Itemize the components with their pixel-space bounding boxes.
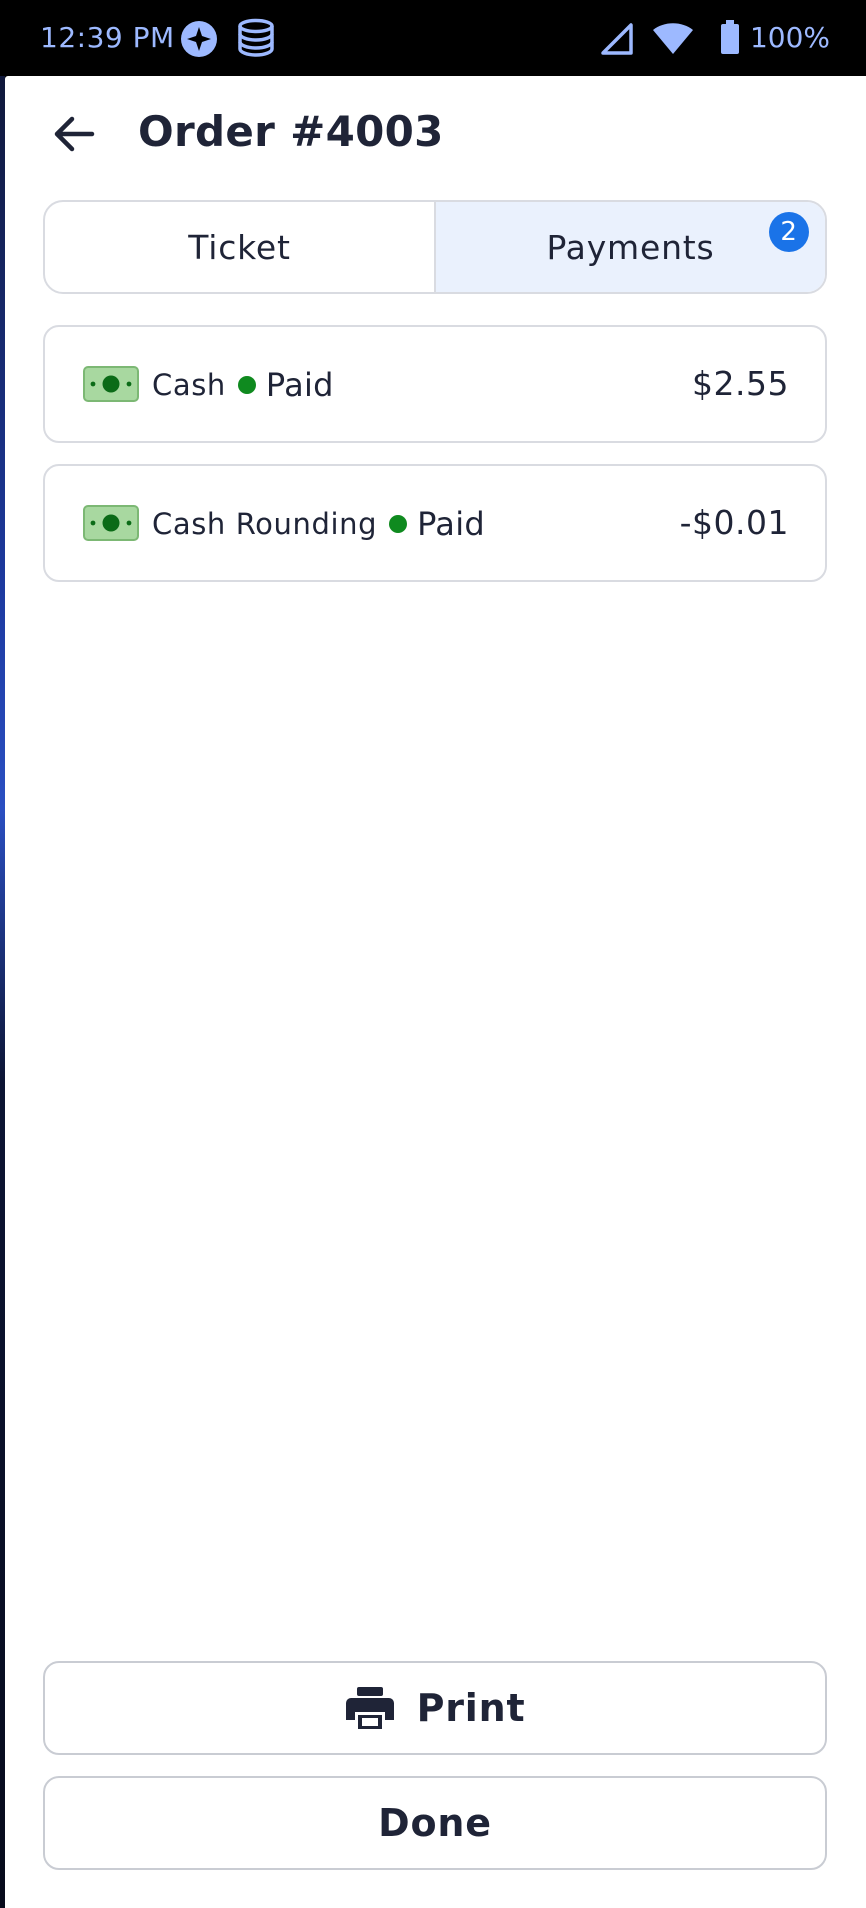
order-tabs: Ticket Payments 2 xyxy=(43,200,827,294)
cash-icon xyxy=(83,505,139,541)
app-header: Order #4003 xyxy=(5,76,866,188)
done-button-label: Done xyxy=(378,1801,492,1845)
payment-item[interactable]: Cash Paid $2.55 xyxy=(43,325,827,443)
back-button[interactable] xyxy=(43,106,105,162)
database-icon xyxy=(238,18,274,57)
payment-status: Paid xyxy=(265,366,334,404)
status-dot-icon xyxy=(237,376,256,394)
printer-icon xyxy=(345,1687,394,1729)
arrow-left-icon xyxy=(54,116,95,152)
battery-percentage: 100% xyxy=(749,21,830,54)
compass-icon xyxy=(181,21,217,57)
payment-label: Cash Rounding Paid xyxy=(152,504,485,544)
print-button[interactable]: Print xyxy=(43,1661,827,1755)
status-bar: 12:39 PM 100% xyxy=(0,0,866,76)
payment-amount: -$0.01 xyxy=(679,503,789,542)
payment-item[interactable]: Cash Rounding Paid -$0.01 xyxy=(43,464,827,582)
wifi-icon xyxy=(653,23,693,54)
tab-payments-label: Payments xyxy=(546,227,715,267)
order-screen: Order #4003 Ticket Payments 2 Cash Paid … xyxy=(5,76,866,1908)
page-title: Order #4003 xyxy=(138,107,444,156)
battery-icon xyxy=(721,20,739,54)
tab-payments[interactable]: Payments 2 xyxy=(436,202,825,292)
payment-method: Cash Rounding xyxy=(152,507,378,541)
print-button-label: Print xyxy=(416,1686,526,1730)
status-dot-icon xyxy=(389,515,408,533)
payment-amount: $2.55 xyxy=(692,364,789,403)
tab-ticket[interactable]: Ticket xyxy=(45,202,436,292)
tab-ticket-label: Ticket xyxy=(188,227,291,267)
status-time: 12:39 PM xyxy=(40,21,175,54)
payment-label: Cash Paid xyxy=(152,365,334,405)
payment-method: Cash xyxy=(152,368,226,402)
done-button[interactable]: Done xyxy=(43,1776,827,1870)
cash-icon xyxy=(83,366,139,402)
signal-icon xyxy=(601,23,633,55)
payments-count-badge: 2 xyxy=(769,212,809,252)
payment-status: Paid xyxy=(417,505,486,543)
